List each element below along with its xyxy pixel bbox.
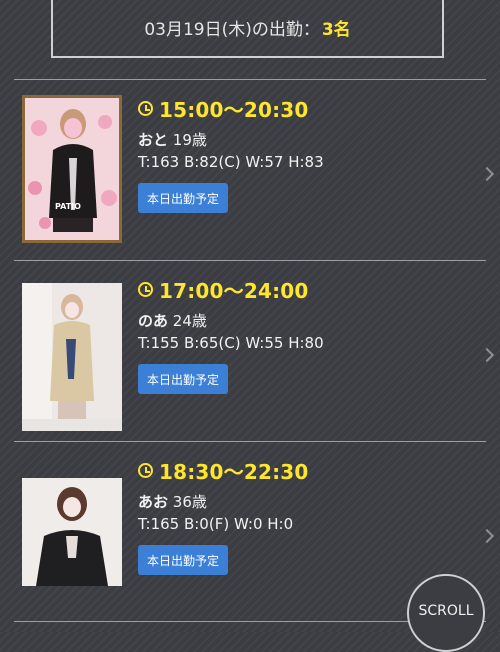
- chevron-right-icon[interactable]: [479, 347, 495, 363]
- attendance-count: 3名: [321, 19, 351, 40]
- cast-card-1[interactable]: PATIO 15:00〜20:30 おと 19歳 T:163 B:82(C) W…: [14, 80, 495, 260]
- shift-time: 17:00〜24:00: [159, 279, 309, 303]
- cast-photo[interactable]: PATIO: [22, 95, 122, 243]
- cast-age: 19歳: [172, 131, 207, 149]
- working-today-badge: 本日出勤予定: [138, 364, 229, 394]
- cast-name-row: あお 36歳: [138, 491, 207, 512]
- cast-name: おと: [138, 131, 169, 149]
- clock-icon: [138, 282, 153, 297]
- scroll-label: SCROLL: [418, 603, 474, 619]
- shift-time: 15:00〜20:30: [159, 98, 309, 122]
- cast-stats: T:165 B:0(F) W:0 H:0: [138, 515, 294, 533]
- photo-caption: PATIO: [55, 202, 81, 211]
- cast-photo[interactable]: [22, 478, 122, 586]
- cast-name-row: おと 19歳: [138, 129, 207, 150]
- clock-icon: [138, 101, 153, 116]
- working-today-badge: 本日出勤予定: [138, 545, 229, 575]
- cast-card-2[interactable]: 17:00〜24:00 のあ 24歳 T:155 B:65(C) W:55 H:…: [14, 261, 495, 441]
- cast-name-row: のあ 24歳: [138, 310, 207, 331]
- clock-icon: [138, 463, 153, 478]
- shift-time-row: 17:00〜24:00: [138, 275, 309, 304]
- cast-age: 24歳: [172, 312, 207, 330]
- cast-age: 36歳: [172, 493, 207, 511]
- cast-name: のあ: [138, 312, 169, 330]
- scroll-button[interactable]: SCROLL: [407, 574, 485, 652]
- cast-photo-image: [22, 283, 122, 419]
- cast-photo[interactable]: [22, 283, 122, 431]
- cast-stats: T:163 B:82(C) W:57 H:83: [138, 153, 324, 171]
- shift-time-row: 15:00〜20:30: [138, 94, 309, 123]
- chevron-right-icon[interactable]: [479, 166, 495, 182]
- cast-stats: T:155 B:65(C) W:55 H:80: [138, 334, 324, 352]
- cast-photo-image: [22, 478, 122, 586]
- shift-time-row: 18:30〜22:30: [138, 456, 309, 485]
- working-today-badge: 本日出勤予定: [138, 183, 229, 213]
- cast-name: あお: [138, 493, 169, 511]
- attendance-date: 03月19日(木)の出勤：: [144, 19, 320, 40]
- cast-photo-image: [25, 98, 119, 240]
- shift-time: 18:30〜22:30: [159, 460, 309, 484]
- attendance-header: 03月19日(木)の出勤： 3名: [51, 0, 444, 58]
- chevron-right-icon[interactable]: [479, 528, 495, 544]
